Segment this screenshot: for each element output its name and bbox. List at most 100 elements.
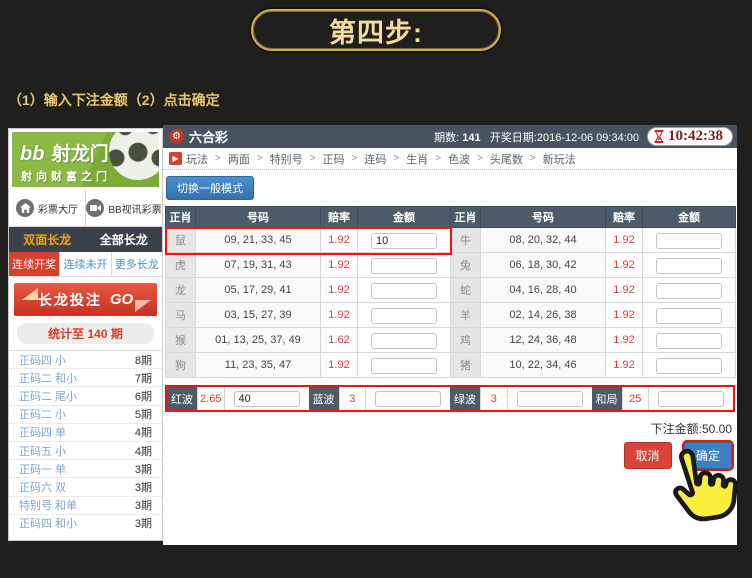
wave-amount-input[interactable] [375, 391, 441, 407]
numbers-cell: 07, 19, 31, 43 [196, 253, 321, 278]
brand-name: bb 射龙门 [12, 132, 159, 166]
wave-amount-cell [508, 387, 592, 410]
breadcrumb-item[interactable]: 连码 [364, 151, 386, 167]
streak-item[interactable]: 正码四 和小3期 [9, 514, 162, 532]
table-header-row: 正肖 号码 赔率 金额 正肖 号码 赔率 金额 [166, 207, 736, 228]
amount-input[interactable] [371, 233, 437, 249]
total-bet-amount: 下注金额:50.00 [163, 420, 732, 437]
subtab-consecutive-not-open[interactable]: 连续未开 [60, 252, 111, 276]
wave-amount-input[interactable] [517, 391, 583, 407]
wave-group: 和局25 [592, 387, 734, 410]
amount-input[interactable] [656, 258, 722, 274]
odds-cell: 1.92 [321, 278, 358, 303]
wave-amount-cell [649, 387, 733, 410]
odds-cell: 1.92 [321, 303, 358, 328]
col-numbers: 号码 [196, 207, 321, 228]
amount-input[interactable] [656, 283, 722, 299]
hourglass-icon [654, 130, 664, 143]
breadcrumb-item[interactable]: 色波 [448, 151, 470, 167]
streak-item[interactable]: 正码四 单4期 [9, 423, 162, 441]
breadcrumb-item[interactable]: 新玩法 [543, 151, 576, 167]
amount-cell [358, 303, 451, 328]
streak-item[interactable]: 正码二 尾小6期 [9, 386, 162, 404]
breadcrumb-item[interactable]: 头尾数 [490, 151, 523, 167]
zodiac-cell: 狗 [166, 353, 196, 378]
table-row: 虎07, 19, 31, 431.92兔06, 18, 30, 421.92 [166, 253, 736, 278]
streak-name: 正码二 和小 [19, 370, 77, 386]
odds-cell: 1.92 [606, 328, 643, 353]
issue-label: 期数: [434, 132, 459, 144]
wave-amount-input[interactable] [234, 391, 300, 407]
sidebar: bb 射龙门 射向财富之门 彩票大厅 BB视讯彩票 双面长龙 全部长龙 [8, 128, 163, 541]
streak-bet-banner[interactable]: 长龙投注 GO [14, 283, 157, 316]
col-amount: 金额 [358, 207, 451, 228]
zodiac-cell: 兔 [451, 253, 481, 278]
amount-input[interactable] [656, 233, 722, 249]
table-row: 龙05, 17, 29, 411.92蛇04, 16, 28, 401.92 [166, 278, 736, 303]
streak-name: 正码六 双 [19, 479, 66, 495]
wave-group: 红波2.65 [167, 387, 309, 410]
streak-count: 3期 [135, 515, 152, 531]
breadcrumb-item[interactable]: 生肖 [406, 151, 428, 167]
breadcrumb-separator: > [393, 153, 399, 164]
zodiac-cell: 龙 [166, 278, 196, 303]
subtab-more-streaks[interactable]: 更多长龙 [112, 252, 162, 276]
amount-input[interactable] [371, 283, 437, 299]
switch-mode-button[interactable]: 切换一般模式 [166, 176, 254, 200]
streak-item[interactable]: 正码五 小4期 [9, 441, 162, 459]
numbers-cell: 08, 20, 32, 44 [481, 228, 606, 253]
wave-label: 蓝波 [309, 387, 339, 410]
zodiac-cell: 牛 [451, 228, 481, 253]
bb-video-lottery-button[interactable]: BB视讯彩票 [85, 190, 162, 226]
zodiac-cell: 猴 [166, 328, 196, 353]
tab-all-streak[interactable]: 全部长龙 [86, 227, 163, 252]
amount-input[interactable] [371, 358, 437, 374]
subtab-consecutive-open[interactable]: 连续开奖 [9, 252, 60, 276]
wave-odds: 3 [480, 387, 508, 410]
numbers-cell: 01, 13, 25, 37, 49 [196, 328, 321, 353]
streak-item[interactable]: 正码四 小8期 [9, 350, 162, 368]
amount-input[interactable] [371, 333, 437, 349]
streak-count: 3期 [135, 479, 152, 495]
bb-logo-icon: bb [20, 143, 44, 165]
draw-info: 期数: 141 开奖日期:2016-12-06 09:34:00 [434, 129, 639, 145]
wave-label: 绿波 [450, 387, 480, 410]
table-row: 鼠09, 21, 33, 451.92牛08, 20, 32, 441.92 [166, 228, 736, 253]
breadcrumb-item[interactable]: 特别号 [270, 151, 303, 167]
issue-number: 141 [462, 132, 480, 144]
breadcrumb-separator: > [257, 153, 263, 164]
logo-banner[interactable]: bb 射龙门 射向财富之门 [12, 132, 159, 187]
zodiac-cell: 虎 [166, 253, 196, 278]
streak-item[interactable]: 正码二 和小7期 [9, 368, 162, 386]
streak-item[interactable]: 正码二 小5期 [9, 405, 162, 423]
wave-odds: 25 [622, 387, 650, 410]
wave-amount-input[interactable] [658, 391, 724, 407]
breadcrumb-separator: > [352, 153, 358, 164]
amount-input[interactable] [656, 358, 722, 374]
breadcrumb-item[interactable]: 两面 [228, 151, 250, 167]
paper-plane-icon [22, 288, 38, 300]
step-title: 第四步: [329, 11, 423, 50]
step-banner: 第四步: [251, 9, 501, 51]
numbers-cell: 05, 17, 29, 41 [196, 278, 321, 303]
numbers-cell: 09, 21, 33, 45 [196, 228, 321, 253]
amount-input[interactable] [656, 308, 722, 324]
draw-date-label: 开奖日期: [490, 132, 537, 144]
breadcrumb-separator: > [310, 153, 316, 164]
wave-amount-cell [225, 387, 309, 410]
amount-input[interactable] [371, 258, 437, 274]
amount-cell [358, 253, 451, 278]
lottery-hall-button[interactable]: 彩票大厅 [9, 190, 85, 226]
streak-item[interactable]: 正码一 单3期 [9, 459, 162, 477]
wave-label: 和局 [592, 387, 622, 410]
streak-item[interactable]: 正码六 双 3期 [9, 477, 162, 495]
breadcrumb-item[interactable]: 玩法 [186, 151, 208, 167]
tab-two-sided-streak[interactable]: 双面长龙 [9, 227, 86, 252]
breadcrumb-item[interactable]: 正码 [323, 151, 345, 167]
amount-input[interactable] [656, 333, 722, 349]
gear-icon[interactable]: ⚙ [169, 129, 184, 144]
col-zodiac: 正肖 [451, 207, 481, 228]
streak-item[interactable]: 特别号 和单3期 [9, 496, 162, 514]
amount-input[interactable] [371, 308, 437, 324]
zodiac-cell: 鼠 [166, 228, 196, 253]
